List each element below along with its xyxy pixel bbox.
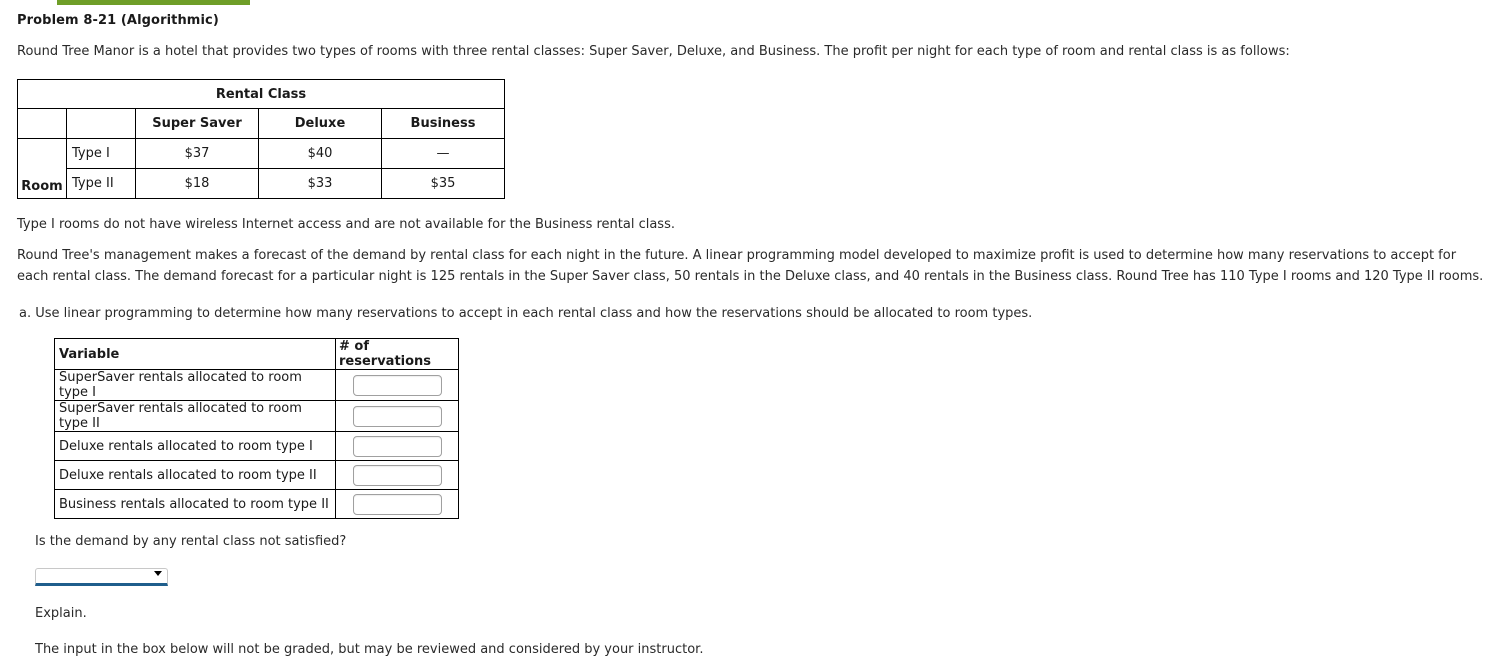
answer-input-supersaver-type-i[interactable]: [352, 374, 442, 396]
cell-type1-business: —: [381, 138, 505, 169]
table-row: Type II $18 $33 $35: [18, 168, 505, 199]
answer-cell: [335, 369, 459, 401]
top-progress-strip: [0, 0, 1490, 6]
variable-label-supersaver-type-ii: SuperSaver rentals allocated to room typ…: [54, 400, 336, 432]
table-row: Room Type I $37 $40 —: [17, 138, 505, 199]
row-group-label-room: Room: [17, 138, 67, 199]
table-row: SuperSaver rentals allocated to room typ…: [54, 369, 459, 401]
demand-satisfied-dropdown-wrapper[interactable]: YesNo: [35, 565, 168, 586]
corner-cell-empty-2: [66, 108, 136, 139]
column-header-super-saver: Super Saver: [135, 108, 259, 139]
cell-type2-super-saver: $18: [135, 168, 259, 199]
forecast-paragraph: Round Tree's management makes a forecast…: [17, 248, 1484, 284]
row-label-type-i: Type I: [66, 138, 136, 169]
rental-class-table: Rental Class Super Saver Deluxe Business…: [17, 79, 505, 199]
variable-label-supersaver-type-i: SuperSaver rentals allocated to room typ…: [54, 369, 336, 401]
column-header-deluxe: Deluxe: [258, 108, 382, 139]
table-row: Deluxe rentals allocated to room type I: [54, 431, 459, 461]
answer-input-deluxe-type-i[interactable]: [352, 435, 442, 457]
table-row: Deluxe rentals allocated to room type II: [54, 460, 459, 490]
table-row: Super Saver Deluxe Business: [17, 108, 505, 139]
answer-input-deluxe-type-ii[interactable]: [352, 464, 442, 486]
answer-cell: [335, 431, 459, 461]
cell-type2-deluxe: $33: [258, 168, 382, 199]
top-strip-green-segment: [57, 0, 250, 5]
intro-paragraph: Round Tree Manor is a hotel that provide…: [17, 44, 1290, 59]
part-a-question: a. Use linear programming to determine h…: [19, 306, 1033, 321]
answer-input-supersaver-type-ii[interactable]: [352, 405, 442, 427]
table-row: Business rentals allocated to room type …: [54, 489, 459, 519]
cell-type1-deluxe: $40: [258, 138, 382, 169]
answer-input-business-type-ii[interactable]: [352, 493, 442, 515]
demand-satisfied-select[interactable]: YesNo: [35, 568, 168, 586]
variable-answer-table: Variable # of reservations SuperSaver re…: [54, 338, 459, 519]
cell-type2-business: $35: [381, 168, 505, 199]
page-title: Problem 8-21 (Algorithmic): [17, 13, 219, 28]
demand-satisfied-question: Is the demand by any rental class not sa…: [35, 534, 347, 549]
column-header-business: Business: [381, 108, 505, 139]
instructor-note: The input in the box below will not be g…: [35, 642, 704, 657]
explain-label: Explain.: [35, 606, 87, 621]
table-header-row: Variable # of reservations: [54, 338, 459, 370]
table-row: Rental Class: [17, 79, 505, 109]
cell-type1-super-saver: $37: [135, 138, 259, 169]
column-header-variable: Variable: [54, 338, 336, 370]
variable-label-deluxe-type-i: Deluxe rentals allocated to room type I: [54, 431, 336, 461]
answer-cell: [335, 489, 459, 519]
rental-class-header: Rental Class: [17, 79, 505, 109]
variable-label-business-type-ii: Business rentals allocated to room type …: [54, 489, 336, 519]
answer-cell: [335, 460, 459, 490]
note-paragraph: Type I rooms do not have wireless Intern…: [17, 217, 675, 232]
row-label-type-ii: Type II: [66, 168, 136, 199]
table-row: SuperSaver rentals allocated to room typ…: [54, 400, 459, 432]
corner-cell-empty: [17, 108, 67, 139]
column-header-reservations: # of reservations: [335, 338, 459, 370]
variable-label-deluxe-type-ii: Deluxe rentals allocated to room type II: [54, 460, 336, 490]
answer-cell: [335, 400, 459, 432]
